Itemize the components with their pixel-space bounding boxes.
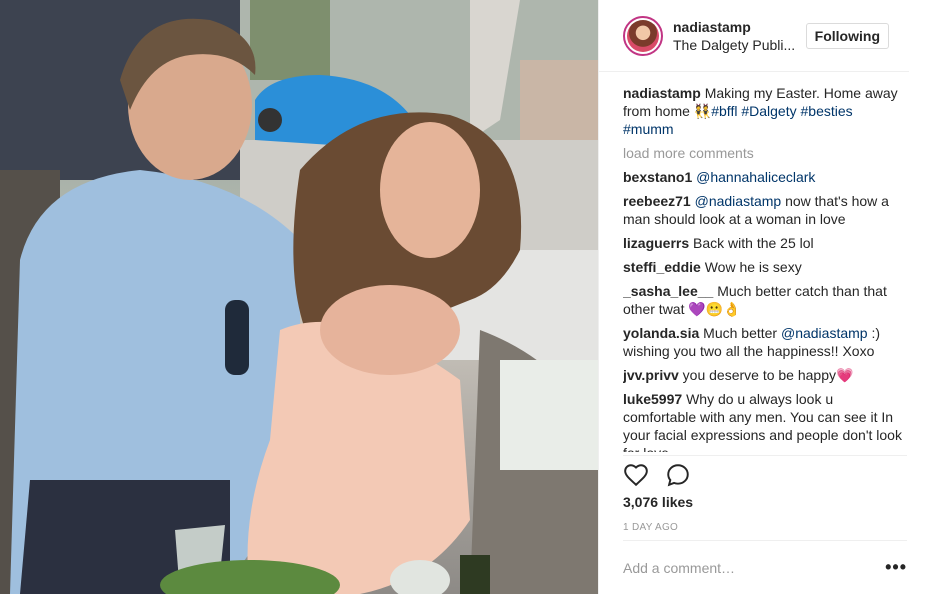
action-icons	[623, 456, 907, 490]
comment-mention[interactable]: @nadiastamp	[695, 193, 782, 209]
hashtag-bffl[interactable]: #bffl	[711, 103, 737, 119]
comment-username[interactable]: _sasha_lee__	[623, 283, 713, 299]
comment-username[interactable]: yolanda.sia	[623, 325, 699, 341]
comment-bubble-icon[interactable]	[665, 462, 691, 488]
heart-icon[interactable]	[623, 462, 649, 488]
comments-list[interactable]: nadiastamp Making my Easter. Home away f…	[623, 84, 905, 452]
post-header: nadiastamp The Dalgety Publi... Followin…	[599, 0, 909, 72]
comment-username[interactable]: bexstano1	[623, 169, 692, 185]
add-comment-input[interactable]	[623, 559, 886, 576]
caption-username[interactable]: nadiastamp	[623, 85, 701, 101]
comment-item: yolanda.sia Much better @nadiastamp :) w…	[623, 324, 905, 360]
post-author: nadiastamp The Dalgety Publi...	[673, 18, 806, 54]
comment-item: bexstano1 @hannahaliceclark	[623, 168, 905, 186]
comment-mention[interactable]: @nadiastamp	[781, 325, 868, 341]
more-options-icon[interactable]: •••	[885, 557, 907, 578]
comment-text: you deserve to be happy💗	[682, 367, 854, 383]
post-timestamp[interactable]: 1 DAY AGO	[623, 522, 907, 533]
hashtag-dalgety[interactable]: #Dalgety	[741, 103, 796, 119]
comment-item: steffi_eddie Wow he is sexy	[623, 258, 905, 276]
location-link[interactable]: The Dalgety Publi...	[673, 36, 806, 54]
load-more-comments-link[interactable]: load more comments	[623, 144, 905, 162]
post-photo[interactable]	[0, 0, 598, 594]
comment-item: reebeez71 @nadiastamp now that's how a m…	[623, 192, 905, 228]
post-actions: 3,076 likes 1 DAY AGO	[623, 455, 907, 533]
comment-item: jvv.privv you deserve to be happy💗	[623, 366, 905, 384]
comment-item: luke5997 Why do u always look u comforta…	[623, 390, 905, 452]
photo-illustration	[0, 0, 598, 594]
comment-item: _sasha_lee__ Much better catch than that…	[623, 282, 905, 318]
hashtag-mumm[interactable]: #mumm	[623, 121, 674, 137]
comment-text: Back with the 25 lol	[693, 235, 814, 251]
caption: nadiastamp Making my Easter. Home away f…	[623, 84, 905, 138]
add-comment-bar: •••	[623, 540, 907, 594]
avatar[interactable]	[623, 15, 663, 56]
comment-mention[interactable]: @hannahaliceclark	[696, 169, 815, 185]
comment-username[interactable]: luke5997	[623, 391, 682, 407]
username-link[interactable]: nadiastamp	[673, 18, 806, 36]
instagram-post: nadiastamp The Dalgety Publi... Followin…	[0, 0, 928, 594]
hashtag-besties[interactable]: #besties	[801, 103, 853, 119]
avatar-image	[627, 19, 659, 52]
comment-username[interactable]: lizaguerrs	[623, 235, 689, 251]
comment-username[interactable]: jvv.privv	[623, 367, 679, 383]
comment-text: Wow he is sexy	[704, 259, 802, 275]
comment-username[interactable]: steffi_eddie	[623, 259, 701, 275]
comment-username[interactable]: reebeez71	[623, 193, 691, 209]
comment-text: Much better	[703, 325, 778, 341]
post-sidebar: nadiastamp The Dalgety Publi... Followin…	[598, 0, 928, 594]
following-button[interactable]: Following	[805, 22, 889, 49]
comment-item: lizaguerrs Back with the 25 lol	[623, 234, 905, 252]
likes-count[interactable]: 3,076 likes	[623, 494, 907, 510]
